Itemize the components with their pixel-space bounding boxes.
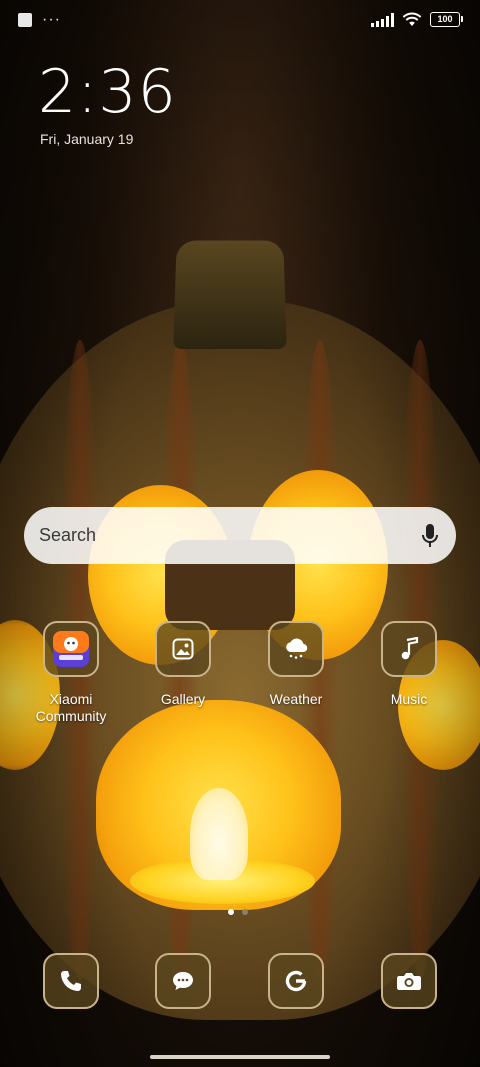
status-bar-right: 100 [371,12,463,27]
dock-phone[interactable] [16,953,126,1009]
wifi-icon [402,12,422,26]
xiaomi-community-icon[interactable] [51,629,91,669]
page-dot[interactable] [242,909,248,915]
app-icon-frame[interactable] [381,953,437,1009]
mic-icon[interactable] [420,523,440,549]
dock-messages[interactable] [128,953,238,1009]
status-bar: ··· 100 [0,0,480,44]
app-label[interactable]: Music [354,691,464,708]
app-weather[interactable]: Weather [241,621,351,708]
google-icon[interactable] [284,969,308,993]
camera-icon[interactable] [396,970,422,992]
app-label[interactable]: Xiaomi Community [16,691,126,725]
dock-camera[interactable] [354,953,464,1009]
app-label[interactable]: Weather [241,691,351,708]
square-icon [18,13,32,27]
app-icon-frame[interactable] [381,621,437,677]
app-icon-frame[interactable] [268,953,324,1009]
music-icon[interactable] [397,637,421,661]
gallery-icon[interactable] [172,638,194,660]
message-icon[interactable] [171,970,195,992]
battery-level: 100 [437,14,453,24]
weather-icon[interactable] [283,637,309,661]
dock-google[interactable] [241,953,351,1009]
status-bar-left: ··· [18,11,61,28]
page-dot-active[interactable] [228,909,234,915]
app-music[interactable]: Music [354,621,464,708]
app-icon-frame[interactable] [155,621,211,677]
app-icon-frame[interactable] [268,621,324,677]
page-indicator[interactable] [228,909,248,915]
search-placeholder[interactable]: Search [39,525,420,546]
battery-icon: 100 [430,12,463,27]
app-gallery[interactable]: Gallery [128,621,238,708]
app-icon-frame[interactable] [43,621,99,677]
more-notifications-indicator: ··· [42,11,61,28]
clock-time[interactable]: 2:36 [38,58,177,126]
home-gesture-bar[interactable] [150,1055,330,1059]
cellular-signal-icon [371,12,394,27]
app-label[interactable]: Gallery [128,691,238,708]
search-bar[interactable]: Search [24,507,456,564]
app-xiaomi-community[interactable]: Xiaomi Community [16,621,126,725]
phone-icon[interactable] [59,969,83,993]
clock-date[interactable]: Fri, January 19 [40,131,133,147]
app-icon-frame[interactable] [155,953,211,1009]
app-icon-frame[interactable] [43,953,99,1009]
